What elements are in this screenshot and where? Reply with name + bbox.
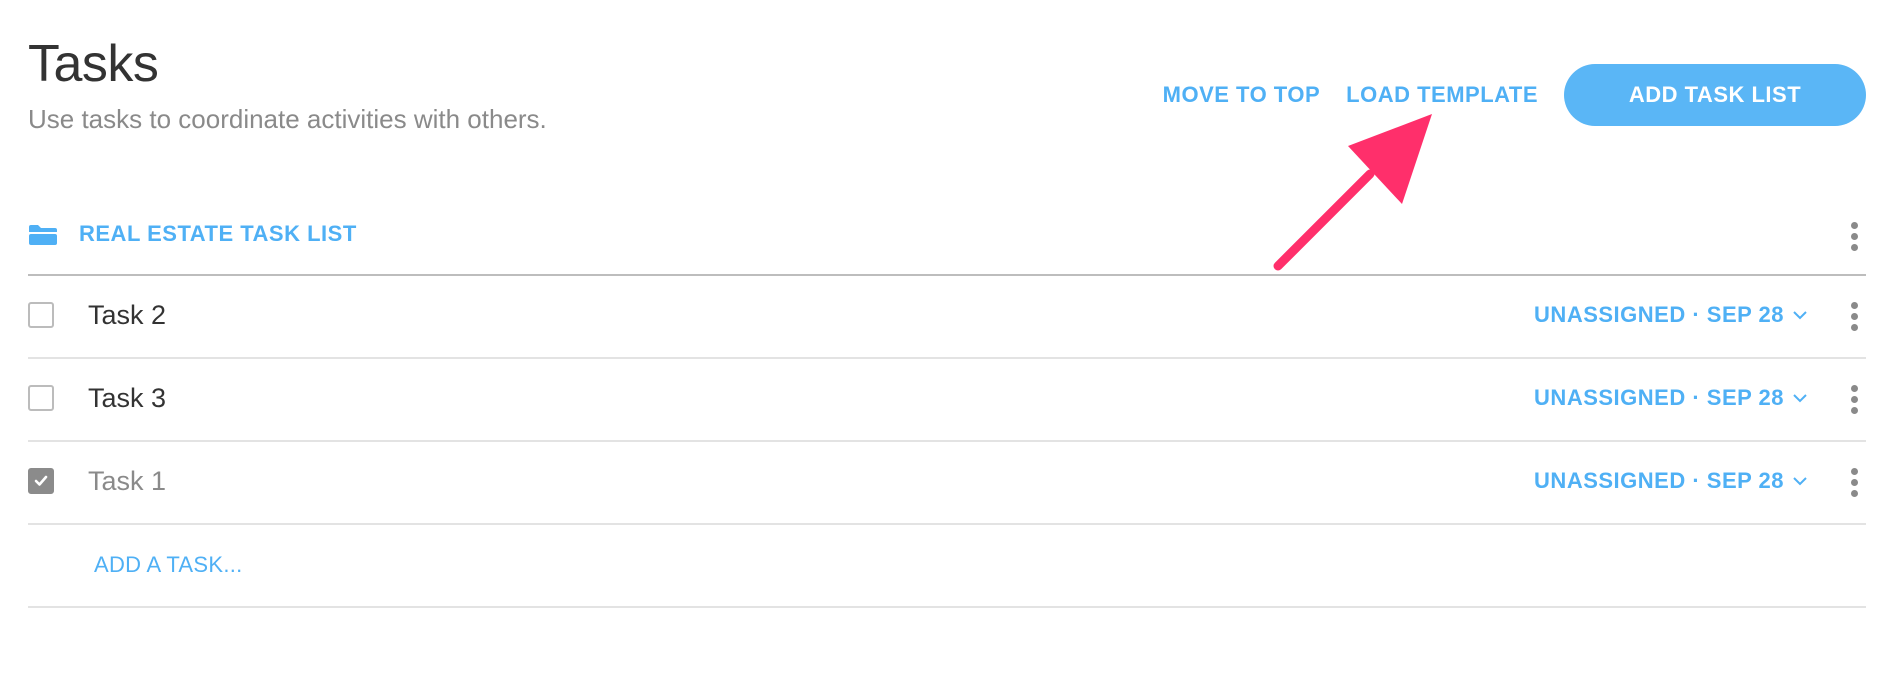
task-more-icon[interactable]	[1850, 383, 1858, 416]
task-list-title[interactable]: REAL ESTATE TASK LIST	[79, 221, 357, 247]
add-task-row: ADD A TASK...	[28, 525, 1866, 608]
add-task-link[interactable]: ADD A TASK...	[94, 552, 243, 578]
task-name[interactable]: Task 2	[88, 300, 166, 331]
add-task-list-button[interactable]: ADD TASK LIST	[1564, 64, 1866, 126]
tasks-page: Tasks Use tasks to coordinate activities…	[0, 0, 1894, 686]
task-assignment-dropdown[interactable]: UNASSIGNED · SEP 28	[1534, 385, 1808, 411]
page-subtitle: Use tasks to coordinate activities with …	[28, 104, 547, 134]
page-header: Tasks Use tasks to coordinate activities…	[28, 38, 547, 135]
task-checkbox-checked[interactable]	[28, 468, 54, 494]
task-row: Task 3 UNASSIGNED · SEP 28	[28, 359, 1866, 442]
task-name[interactable]: Task 3	[88, 383, 166, 414]
task-row: Task 2 UNASSIGNED · SEP 28	[28, 276, 1866, 359]
task-assignment-label: UNASSIGNED · SEP 28	[1534, 302, 1784, 327]
load-template-button[interactable]: LOAD TEMPLATE	[1346, 82, 1538, 108]
task-row: Task 1 UNASSIGNED · SEP 28	[28, 442, 1866, 525]
header-actions: MOVE TO TOP LOAD TEMPLATE ADD TASK LIST	[1163, 64, 1866, 126]
chevron-down-icon	[1793, 477, 1807, 486]
page-title: Tasks	[28, 35, 159, 93]
task-checkbox[interactable]	[28, 302, 54, 328]
task-list-header[interactable]: REAL ESTATE TASK LIST	[28, 196, 1866, 276]
chevron-down-icon	[1793, 311, 1807, 320]
task-name[interactable]: Task 1	[88, 466, 166, 497]
task-rows: Task 2 UNASSIGNED · SEP 28 Task 3 UNASSI…	[28, 276, 1866, 608]
task-checkbox[interactable]	[28, 385, 54, 411]
task-more-icon[interactable]	[1850, 300, 1858, 333]
folder-icon	[29, 225, 57, 245]
task-more-icon[interactable]	[1850, 466, 1858, 499]
checkmark-icon	[34, 475, 48, 486]
chevron-down-icon	[1793, 394, 1807, 403]
task-assignment-label: UNASSIGNED · SEP 28	[1534, 468, 1784, 493]
task-assignment-dropdown[interactable]: UNASSIGNED · SEP 28	[1534, 302, 1808, 328]
move-to-top-button[interactable]: MOVE TO TOP	[1163, 82, 1321, 108]
task-assignment-label: UNASSIGNED · SEP 28	[1534, 385, 1784, 410]
task-assignment-dropdown[interactable]: UNASSIGNED · SEP 28	[1534, 468, 1808, 494]
task-list-more-icon[interactable]	[1850, 220, 1858, 253]
